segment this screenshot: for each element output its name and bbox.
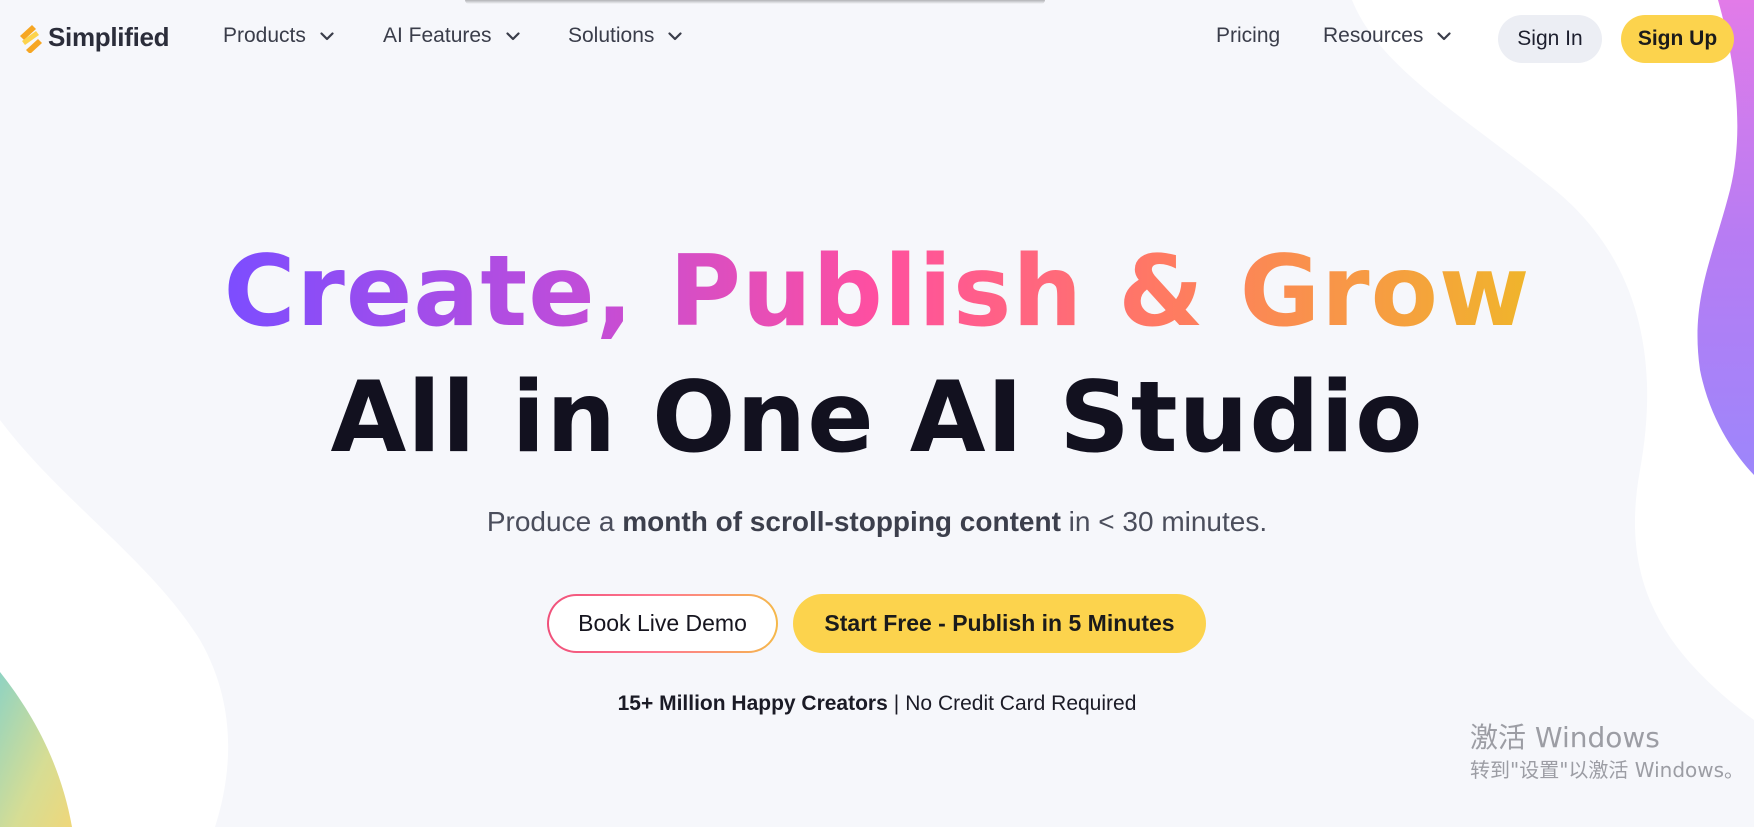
nav-products-label: Products bbox=[223, 24, 306, 47]
nav-solutions-label: Solutions bbox=[568, 24, 655, 47]
no-credit-card-text: No Credit Card Required bbox=[905, 692, 1137, 715]
chevron-down-icon bbox=[505, 31, 520, 40]
brand-name: Simplified bbox=[48, 22, 170, 52]
hero-subtitle-emphasis: month of scroll-stopping content bbox=[622, 506, 1061, 537]
nav-ai-features-label: AI Features bbox=[383, 24, 492, 47]
hero-subtitle-pre: Produce a bbox=[486, 506, 623, 537]
brand-logo[interactable]: Simplified bbox=[16, 22, 170, 53]
book-live-demo-button[interactable]: Book Live Demo bbox=[547, 594, 778, 653]
simplified-logo-icon bbox=[20, 24, 42, 53]
nav-pricing[interactable]: Pricing bbox=[1216, 24, 1280, 48]
hero-headline-gradient: Create, Publish & Grow bbox=[0, 234, 1754, 350]
watermark-title: 激活 Windows bbox=[1470, 721, 1660, 754]
start-free-button[interactable]: Start Free - Publish in 5 Minutes bbox=[793, 594, 1206, 653]
nav-products[interactable]: Products bbox=[223, 24, 334, 48]
nav-resources[interactable]: Resources bbox=[1323, 24, 1451, 48]
hero-headline: All in One AI Studio bbox=[330, 361, 1424, 475]
book-live-demo-label: Book Live Demo bbox=[549, 596, 776, 651]
chevron-down-icon bbox=[668, 31, 682, 40]
nav-ai-features[interactable]: AI Features bbox=[383, 24, 520, 48]
windows-activation-watermark: 激活 Windows 转到"设置"以激活 Windows。 bbox=[1470, 720, 1744, 784]
hero-headline-gradient-text: Create, Publish & Grow bbox=[223, 235, 1531, 349]
separator: | bbox=[893, 692, 900, 715]
hero-subtitle-post: in < 30 minutes. bbox=[1060, 506, 1268, 537]
nav-solutions[interactable]: Solutions bbox=[568, 24, 682, 48]
social-proof-line: 15+ Million Happy Creators | No Credit Car… bbox=[0, 692, 1754, 716]
hero-subtitle: Produce a month of scroll-stopping conte… bbox=[0, 506, 1754, 538]
chevron-down-icon bbox=[320, 31, 334, 40]
chevron-down-icon bbox=[1437, 31, 1451, 40]
creators-count: 15+ Million Happy Creators bbox=[617, 692, 888, 715]
nav-pricing-label: Pricing bbox=[1216, 24, 1281, 47]
nav-resources-label: Resources bbox=[1323, 24, 1424, 47]
top-navbar: Simplified Products AI Features Solution… bbox=[0, 0, 1754, 78]
sign-up-button[interactable]: Sign Up bbox=[1621, 15, 1734, 63]
sign-in-button[interactable]: Sign In bbox=[1498, 15, 1602, 63]
watermark-subtitle: 转到"设置"以激活 Windows。 bbox=[1470, 758, 1745, 782]
